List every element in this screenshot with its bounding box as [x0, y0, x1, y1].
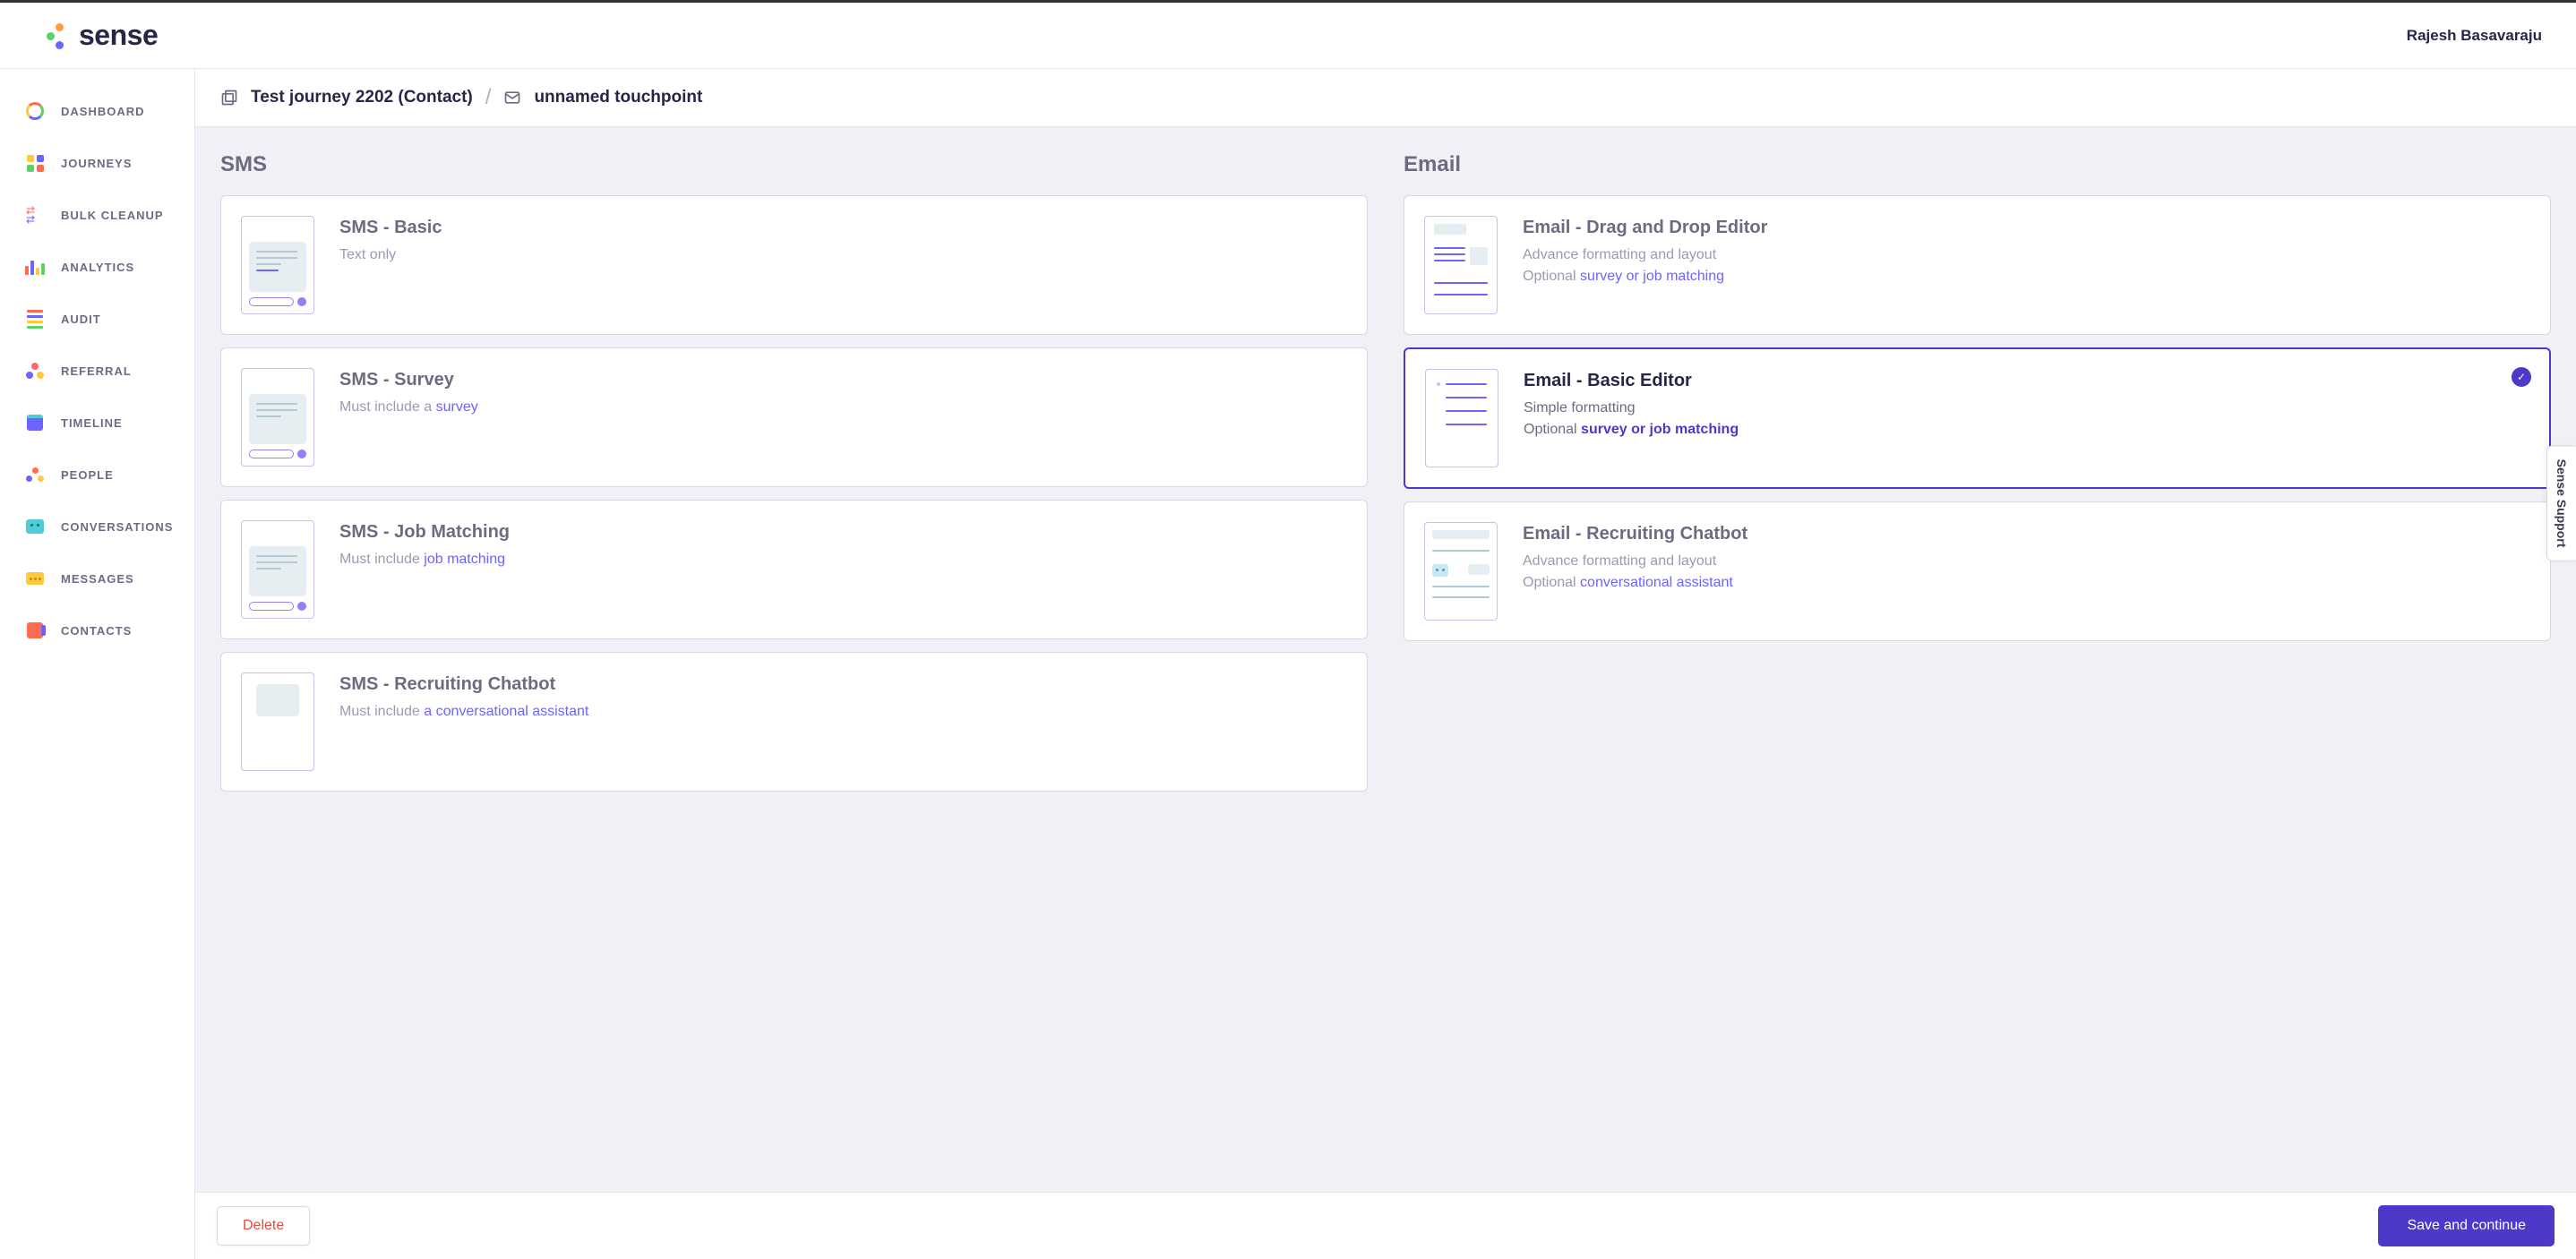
sidebar-item-label: PEOPLE — [61, 468, 114, 482]
sidebar-item-label: DASHBOARD — [61, 105, 145, 118]
contacts-icon — [25, 621, 45, 640]
sidebar-item-bulk-cleanup[interactable]: BULK CLEANUP — [0, 189, 194, 241]
user-menu[interactable]: Rajesh Basavaraju — [2407, 27, 2542, 45]
sidebar-item-journeys[interactable]: JOURNEYS — [0, 137, 194, 189]
timeline-icon — [25, 413, 45, 433]
messages-icon — [25, 569, 45, 588]
sidebar-item-label: CONTACTS — [61, 624, 132, 638]
analytics-icon — [25, 257, 45, 277]
card-description: Advance formatting and layout — [1523, 553, 2530, 570]
card-title: SMS - Recruiting Chatbot — [339, 674, 1347, 695]
sidebar: DASHBOARD JOURNEYS BULK CLEANUP ANALYTIC… — [0, 69, 195, 1259]
survey-job-matching-link[interactable]: survey or job matching — [1580, 269, 1724, 284]
card-optional: Optional conversational assistant — [1523, 575, 2530, 591]
conversations-icon — [25, 517, 45, 536]
support-tab[interactable]: Sense Support — [2546, 446, 2576, 561]
card-optional: Optional survey or job matching — [1524, 422, 2529, 438]
card-description: Must include job matching — [339, 552, 1347, 568]
sidebar-item-people[interactable]: PEOPLE — [0, 449, 194, 501]
breadcrumb-touchpoint[interactable]: unnamed touchpoint — [534, 88, 702, 107]
sidebar-item-messages[interactable]: MESSAGES — [0, 552, 194, 604]
survey-job-matching-link[interactable]: survey or job matching — [1581, 422, 1739, 437]
card-title: SMS - Survey — [339, 370, 1347, 390]
sidebar-item-label: AUDIT — [61, 313, 101, 326]
breadcrumb-separator: / — [485, 85, 492, 110]
email-thumb-icon — [1425, 369, 1498, 467]
card-description: Advance formatting and layout — [1523, 247, 2530, 263]
card-title: Email - Drag and Drop Editor — [1523, 218, 2530, 238]
journeys-icon — [25, 153, 45, 173]
card-description: Must include a conversational assistant — [339, 704, 1347, 720]
breadcrumb: Test journey 2202 (Contact) / unnamed to… — [195, 69, 2576, 127]
card-description: Text only — [339, 247, 1347, 263]
card-description: Must include a survey — [339, 399, 1347, 415]
dashboard-icon — [25, 101, 45, 121]
brand-logo-icon — [47, 23, 72, 48]
sms-thumb-icon — [241, 368, 314, 467]
card-title: Email - Recruiting Chatbot — [1523, 524, 2530, 544]
sidebar-item-label: JOURNEYS — [61, 157, 133, 170]
card-title: SMS - Basic — [339, 218, 1347, 238]
card-optional: Optional survey or job matching — [1523, 269, 2530, 285]
card-title: SMS - Job Matching — [339, 522, 1347, 543]
content: SMS SMS - Basic Text only — [195, 127, 2576, 1259]
referral-icon — [25, 361, 45, 381]
sidebar-item-referral[interactable]: REFERRAL — [0, 345, 194, 397]
card-email-recruiting-chatbot[interactable]: Email - Recruiting Chatbot Advance forma… — [1404, 501, 2551, 641]
journey-icon — [220, 89, 238, 107]
sidebar-item-analytics[interactable]: ANALYTICS — [0, 241, 194, 293]
delete-button[interactable]: Delete — [217, 1206, 310, 1246]
top-bar: sense Rajesh Basavaraju — [0, 0, 2576, 69]
sidebar-item-conversations[interactable]: CONVERSATIONS — [0, 501, 194, 552]
audit-icon — [25, 309, 45, 329]
mail-icon — [503, 89, 521, 107]
job-matching-link[interactable]: job matching — [424, 552, 505, 567]
card-title: Email - Basic Editor — [1524, 371, 2529, 391]
card-sms-survey[interactable]: SMS - Survey Must include a survey — [220, 347, 1368, 487]
card-sms-recruiting-chatbot[interactable]: SMS - Recruiting Chatbot Must include a … — [220, 652, 1368, 792]
sidebar-item-label: MESSAGES — [61, 572, 134, 586]
sidebar-item-audit[interactable]: AUDIT — [0, 293, 194, 345]
card-sms-basic[interactable]: SMS - Basic Text only — [220, 195, 1368, 335]
card-sms-job-matching[interactable]: SMS - Job Matching Must include job matc… — [220, 500, 1368, 639]
sidebar-item-contacts[interactable]: CONTACTS — [0, 604, 194, 656]
sidebar-item-dashboard[interactable]: DASHBOARD — [0, 85, 194, 137]
brand-logo[interactable]: sense — [47, 19, 158, 52]
sms-thumb-icon — [241, 216, 314, 314]
save-and-continue-button[interactable]: Save and continue — [2378, 1205, 2555, 1246]
email-column: Email — [1404, 152, 2551, 792]
sidebar-item-label: CONVERSATIONS — [61, 520, 173, 534]
conversational-assistant-link[interactable]: conversational assistant — [1580, 575, 1733, 590]
card-email-drag-drop[interactable]: Email - Drag and Drop Editor Advance for… — [1404, 195, 2551, 335]
breadcrumb-journey[interactable]: Test journey 2202 (Contact) — [251, 88, 473, 107]
email-thumb-icon — [1424, 522, 1498, 621]
sms-thumb-icon — [241, 672, 314, 771]
sms-column-title: SMS — [220, 152, 1368, 177]
check-icon: ✓ — [2512, 367, 2531, 387]
sidebar-item-label: REFERRAL — [61, 364, 132, 378]
footer-bar: Delete Save and continue — [195, 1192, 2576, 1259]
brand-name: sense — [79, 19, 158, 52]
sidebar-item-timeline[interactable]: TIMELINE — [0, 397, 194, 449]
survey-link[interactable]: survey — [436, 399, 478, 415]
bulk-cleanup-icon — [25, 205, 45, 225]
sms-column: SMS SMS - Basic Text only — [220, 152, 1368, 792]
people-icon — [25, 465, 45, 484]
sms-thumb-icon — [241, 520, 314, 619]
email-column-title: Email — [1404, 152, 2551, 177]
sidebar-item-label: TIMELINE — [61, 416, 123, 430]
main-area: Test journey 2202 (Contact) / unnamed to… — [195, 69, 2576, 1259]
email-thumb-icon — [1424, 216, 1498, 314]
sidebar-item-label: ANALYTICS — [61, 261, 134, 274]
conversational-assistant-link[interactable]: a conversational assistant — [424, 704, 588, 719]
card-email-basic[interactable]: ✓ Email - Basic Editor Simple formatting — [1404, 347, 2551, 489]
sidebar-item-label: BULK CLEANUP — [61, 209, 164, 222]
card-description: Simple formatting — [1524, 400, 2529, 416]
